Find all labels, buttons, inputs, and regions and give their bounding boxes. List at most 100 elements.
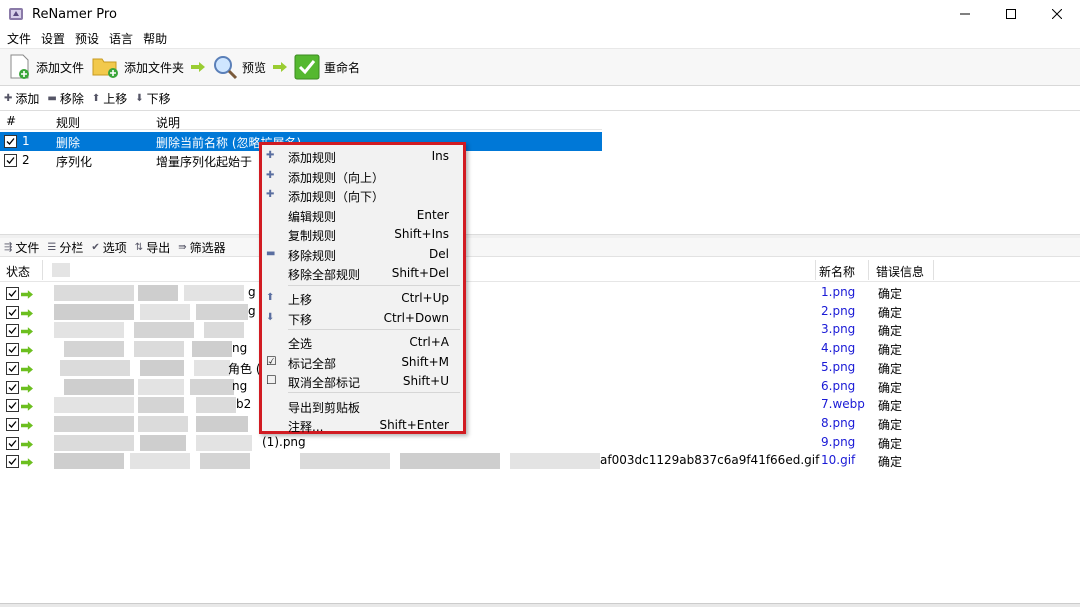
menu-item-unmark-all[interactable]: ☐ 取消全部标记 Shift+U (262, 372, 463, 392)
file-checkbox[interactable] (6, 417, 19, 431)
checkbox-checked-icon: ☑ (266, 353, 277, 368)
file-name-tail: ng (232, 341, 248, 356)
menu-item-move-down[interactable]: ⬇ 下移 Ctrl+Down (262, 309, 463, 329)
menu-item-remove-all-rules[interactable]: 移除全部规则 Shift+Del (262, 264, 463, 284)
blurred-filename (54, 453, 124, 470)
magnifier-icon (214, 56, 238, 80)
blurred-filename (200, 453, 250, 470)
menu-item-duplicate-rule[interactable]: 复制规则 Shift+Ins (262, 225, 463, 245)
file-checkbox[interactable] (6, 361, 19, 375)
file-checkbox[interactable] (6, 399, 19, 413)
move-down-button[interactable]: ⬇ 下移 (135, 90, 170, 107)
file-row[interactable]: g 2.png 确定 (0, 303, 1080, 322)
file-checkbox[interactable] (6, 287, 19, 300)
minimize-button[interactable] (942, 0, 988, 28)
menu-file[interactable]: 文件 (4, 30, 38, 47)
blurred-filename (138, 378, 184, 395)
error-cell: 确定 (878, 343, 903, 358)
blurred-filename (138, 397, 184, 414)
error-cell: 确定 (878, 436, 903, 451)
columns-label: 分栏 (59, 240, 84, 255)
menu-item-select-all[interactable]: 全选 Ctrl+A (262, 333, 463, 353)
file-row[interactable]: (1).png 9.png 确定 (0, 434, 1080, 453)
col-num-header[interactable]: # (6, 114, 16, 128)
error-cell: 确定 (878, 417, 903, 432)
file-row[interactable]: af003dc1129ab837c6a9f41f66ed.gif 10.gif 确定 (0, 452, 1080, 471)
add-folder-button[interactable]: 添加文件夹 (88, 50, 188, 84)
file-checkbox[interactable] (6, 343, 19, 357)
export-button[interactable]: ⇅ 导出 (135, 239, 170, 256)
column-divider[interactable] (815, 260, 816, 280)
menu-item-label: 导出到剪贴板 (288, 400, 361, 415)
maximize-button[interactable] (988, 0, 1034, 28)
menu-item-move-up[interactable]: ⬆ 上移 Ctrl+Up (262, 289, 463, 309)
menu-item-export-to-clipboard[interactable]: 导出到剪贴板 (262, 397, 463, 417)
options-button[interactable]: ✔ 选项 (91, 239, 126, 256)
file-checkbox[interactable] (6, 455, 19, 469)
file-row[interactable]: 角色 (5.png 确定 (0, 359, 1080, 378)
menu-item-remove-rule[interactable]: ▬ 移除规则 Del (262, 245, 463, 265)
rules-table: # 规则 说明 1 删除 删除当前名称 (忽略扩展名) 2 序列化 增量序列化起… (0, 110, 1080, 234)
add-files-button[interactable]: 添加文件 (4, 50, 88, 84)
col-error-header[interactable]: 错误信息 (876, 263, 924, 280)
menu-item-label: 上移 (288, 293, 313, 307)
close-button[interactable] (1034, 0, 1080, 28)
plus-icon: ✚ (266, 150, 275, 161)
file-checkbox[interactable] (6, 305, 19, 319)
move-up-button[interactable]: ⬆ 上移 (92, 90, 127, 107)
close-icon (1052, 9, 1062, 19)
menu-language[interactable]: 语言 (106, 30, 140, 47)
file-row[interactable]: 8.png 确定 (0, 415, 1080, 434)
menu-item-edit-rule[interactable]: 编辑规则 Enter (262, 206, 463, 226)
file-checkbox[interactable] (6, 324, 19, 338)
remove-rule-button[interactable]: ▬ 移除 (47, 90, 83, 107)
menu-item-add-rule[interactable]: ✚ 添加规则 Ins (262, 147, 463, 167)
blurred-filename (194, 359, 230, 376)
menu-item-label: 标记全部 (288, 356, 337, 371)
menu-settings[interactable]: 设置 (38, 30, 72, 47)
error-cell: 确定 (878, 361, 903, 376)
error-cell: 确定 (878, 287, 903, 301)
options-label: 选项 (102, 240, 127, 255)
rule-checkbox[interactable] (4, 154, 17, 167)
filter-button[interactable]: ⇛ 筛选器 (178, 239, 225, 256)
preview-button[interactable]: 预览 (208, 50, 270, 84)
col-desc-header[interactable]: 说明 (156, 114, 180, 131)
column-divider[interactable] (868, 260, 869, 280)
file-row[interactable]: b2 7.webp 确定 (0, 396, 1080, 415)
plus-icon: ✚ (4, 92, 13, 104)
rename-button[interactable]: 重命名 (290, 50, 364, 84)
checkmark-icon (294, 54, 320, 80)
file-row[interactable]: 3.png 确定 (0, 321, 1080, 340)
file-checkbox[interactable] (6, 436, 19, 450)
files-menu-button[interactable]: ⇶ 文件 (4, 239, 39, 256)
file-row[interactable]: ng 6.png 确定 (0, 378, 1080, 397)
window-title: ReNamer Pro (32, 6, 117, 22)
menu-item-label: 添加规则（向上） (288, 170, 385, 185)
menu-item-shortcut: Shift+Del (391, 266, 449, 280)
column-divider[interactable] (933, 260, 934, 280)
columns-icon: ☰ (47, 241, 57, 253)
column-divider[interactable] (42, 260, 43, 280)
file-row[interactable]: ng 4.png 确定 (0, 340, 1080, 359)
status-arrow-icon (21, 363, 33, 377)
col-status-header[interactable]: 状态 (6, 263, 30, 280)
files-table-header: 状态 新名称 错误信息 (0, 258, 1080, 282)
minimize-icon (960, 13, 970, 15)
menu-presets[interactable]: 预设 (72, 30, 106, 47)
col-rule-header[interactable]: 规则 (56, 114, 80, 131)
columns-button[interactable]: ☰ 分栏 (47, 239, 83, 256)
col-new-name-header[interactable]: 新名称 (819, 263, 855, 280)
menu-help[interactable]: 帮助 (140, 30, 174, 47)
menu-item-add-rule-below[interactable]: ✚ 添加规则（向下） (262, 186, 463, 206)
menu-item-add-rule-above[interactable]: ✚ 添加规则（向上） (262, 167, 463, 187)
menu-item-mark-all[interactable]: ☑ 标记全部 Shift+M (262, 353, 463, 373)
new-name-cell: 8.png (821, 415, 856, 430)
add-rule-button[interactable]: ✚ 添加 (4, 90, 39, 107)
file-checkbox[interactable] (6, 380, 19, 394)
rule-checkbox[interactable] (4, 135, 17, 148)
new-name-cell: 4.png (821, 341, 856, 356)
file-row[interactable]: g 1.png 确定 (0, 284, 1080, 303)
menu-item-comment[interactable]: 注释... Shift+Enter (262, 416, 463, 436)
blurred-filename (196, 303, 248, 320)
